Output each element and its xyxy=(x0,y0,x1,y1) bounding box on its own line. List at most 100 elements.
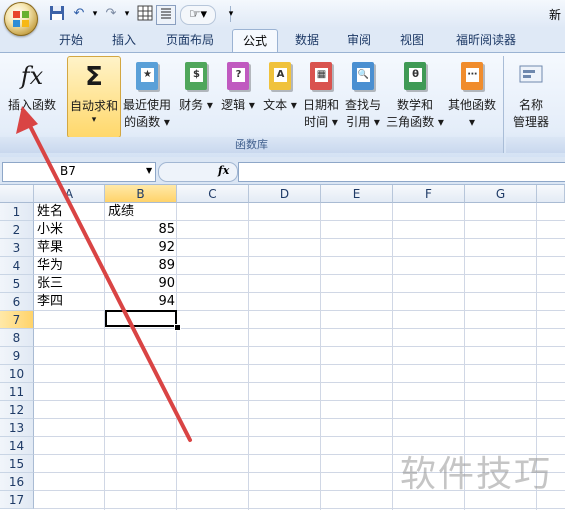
window-title: 新 xyxy=(548,8,561,22)
row-header-9[interactable]: 9 xyxy=(0,347,34,365)
formula-input[interactable] xyxy=(238,162,565,182)
insert-function-fx-icon[interactable]: fx xyxy=(218,162,229,180)
name-box-dropdown-icon[interactable]: ▼ xyxy=(146,162,152,180)
function-library-group-label: 函数库 xyxy=(0,137,503,153)
book-icon: θ xyxy=(404,62,426,90)
row-header-6[interactable]: 6 xyxy=(0,293,34,311)
row-gridline xyxy=(34,346,565,347)
column-header-c[interactable]: C xyxy=(177,185,249,203)
row-header-2[interactable]: 2 xyxy=(0,221,34,239)
row-gridline xyxy=(34,382,565,383)
book-icon: ★ xyxy=(136,62,158,90)
name-box[interactable] xyxy=(2,162,156,182)
row-header-14[interactable]: 14 xyxy=(0,437,34,455)
active-cell-b7[interactable] xyxy=(105,310,177,327)
row-header-11[interactable]: 11 xyxy=(0,383,34,401)
defined-names-group-label xyxy=(506,137,565,153)
financial-icon: $ xyxy=(182,60,210,92)
name-manager-button[interactable]: 名称 管理器 xyxy=(508,56,554,136)
cell-a1[interactable]: 姓名 xyxy=(37,203,63,221)
book-icon: ? xyxy=(227,62,249,90)
row-header-1[interactable]: 1 xyxy=(0,203,34,221)
cell-b5[interactable]: 90 xyxy=(105,275,175,293)
cell-b4[interactable]: 89 xyxy=(105,257,175,275)
tab-view[interactable]: 视图 xyxy=(391,31,433,50)
math-trig-button[interactable]: θ 数学和 三角函数 ▾ xyxy=(386,56,444,136)
cell-a4[interactable]: 华为 xyxy=(37,257,63,275)
tab-home[interactable]: 开始 xyxy=(50,31,92,50)
tab-formulas[interactable]: 公式 xyxy=(232,29,278,53)
column-header-e[interactable]: E xyxy=(321,185,393,203)
select-all-corner[interactable] xyxy=(0,185,34,203)
row-header-8[interactable]: 8 xyxy=(0,329,34,347)
tab-review[interactable]: 审阅 xyxy=(338,31,380,50)
column-header-f[interactable]: F xyxy=(393,185,465,203)
row-gridline xyxy=(34,328,565,329)
date-time-button[interactable]: ▦ 日期和 时间 ▾ xyxy=(301,56,341,136)
more-functions-button[interactable]: ⋯ 其他函数 ▾ xyxy=(446,56,498,136)
cell-a6[interactable]: 李四 xyxy=(37,293,63,311)
lookup-reference-button[interactable]: 🔍 查找与 引用 ▾ xyxy=(342,56,384,136)
row-header-3[interactable]: 3 xyxy=(0,239,34,257)
lookup-reference-icon: 🔍 xyxy=(349,60,377,92)
save-icon[interactable] xyxy=(48,5,66,23)
tab-data[interactable]: 数据 xyxy=(286,31,328,50)
recent-functions-button[interactable]: ★ 最近使用 的函数 ▾ xyxy=(121,56,173,136)
autosum-dropdown[interactable]: ▾ xyxy=(68,115,120,125)
column-gridline xyxy=(176,203,177,510)
text-functions-button[interactable]: A 文本 ▾ xyxy=(260,56,300,136)
column-header-h[interactable] xyxy=(537,185,565,203)
tab-insert[interactable]: 插入 xyxy=(103,31,145,50)
sigma-icon: Σ xyxy=(85,62,103,92)
cell-a5[interactable]: 张三 xyxy=(37,275,63,293)
cell-b1[interactable]: 成绩 xyxy=(108,203,134,221)
row-header-12[interactable]: 12 xyxy=(0,401,34,419)
row-gridline xyxy=(34,364,565,365)
more-functions-label: 其他函数 ▾ xyxy=(447,98,496,129)
row-header-16[interactable]: 16 xyxy=(0,473,34,491)
tab-page-layout[interactable]: 页面布局 xyxy=(157,31,223,50)
column-header-d[interactable]: D xyxy=(249,185,321,203)
cell-a3[interactable]: 苹果 xyxy=(37,239,63,257)
tab-foxit-reader[interactable]: 福昕阅读器 xyxy=(445,31,527,50)
column-gridline xyxy=(248,203,249,510)
column-gridline xyxy=(320,203,321,510)
math-trig-icon: θ xyxy=(401,60,429,92)
borders-icon[interactable] xyxy=(136,5,154,23)
column-header-a[interactable]: A xyxy=(34,185,105,203)
watermark: 软件技巧 xyxy=(400,454,553,495)
financial-button[interactable]: $ 财务 ▾ xyxy=(176,56,216,136)
cell-b2[interactable]: 85 xyxy=(105,221,175,239)
customize-quick-access[interactable]: ▾ xyxy=(222,5,240,23)
row-header-15[interactable]: 15 xyxy=(0,455,34,473)
logical-button[interactable]: ? 逻辑 ▾ xyxy=(218,56,258,136)
fill-handle[interactable] xyxy=(174,324,181,331)
row-header-13[interactable]: 13 xyxy=(0,419,34,437)
insert-function-label: 插入函数 xyxy=(7,98,56,112)
book-icon: ⋯ xyxy=(461,62,483,90)
more-functions-icon: ⋯ xyxy=(458,60,486,92)
row-header-10[interactable]: 10 xyxy=(0,365,34,383)
row-header-7[interactable]: 7 xyxy=(0,311,34,329)
book-icon: $ xyxy=(185,62,207,90)
touch-mode-icon[interactable]: ☞▾ xyxy=(180,5,216,25)
financial-label: 财务 ▾ xyxy=(179,98,213,112)
row-gridline xyxy=(34,418,565,419)
align-icon[interactable] xyxy=(156,5,176,25)
name-box-value: B7 xyxy=(60,164,76,178)
row-header-5[interactable]: 5 xyxy=(0,275,34,293)
redo-dropdown[interactable]: ▾ xyxy=(118,5,136,23)
name-manager-label: 名称 管理器 xyxy=(512,98,549,129)
autosum-button[interactable]: Σ 自动求和 ▾ xyxy=(67,56,121,138)
cell-b3[interactable]: 92 xyxy=(105,239,175,257)
book-icon: 🔍 xyxy=(352,62,374,90)
column-header-b[interactable]: B xyxy=(105,185,177,203)
row-header-4[interactable]: 4 xyxy=(0,257,34,275)
office-logo-icon xyxy=(13,11,29,27)
cell-b6[interactable]: 94 xyxy=(105,293,175,311)
row-header-17[interactable]: 17 xyxy=(0,491,34,509)
cell-a2[interactable]: 小米 xyxy=(37,221,63,239)
insert-function-button[interactable]: fx 插入函数 xyxy=(4,56,60,136)
office-button[interactable] xyxy=(4,2,38,36)
column-header-g[interactable]: G xyxy=(465,185,537,203)
